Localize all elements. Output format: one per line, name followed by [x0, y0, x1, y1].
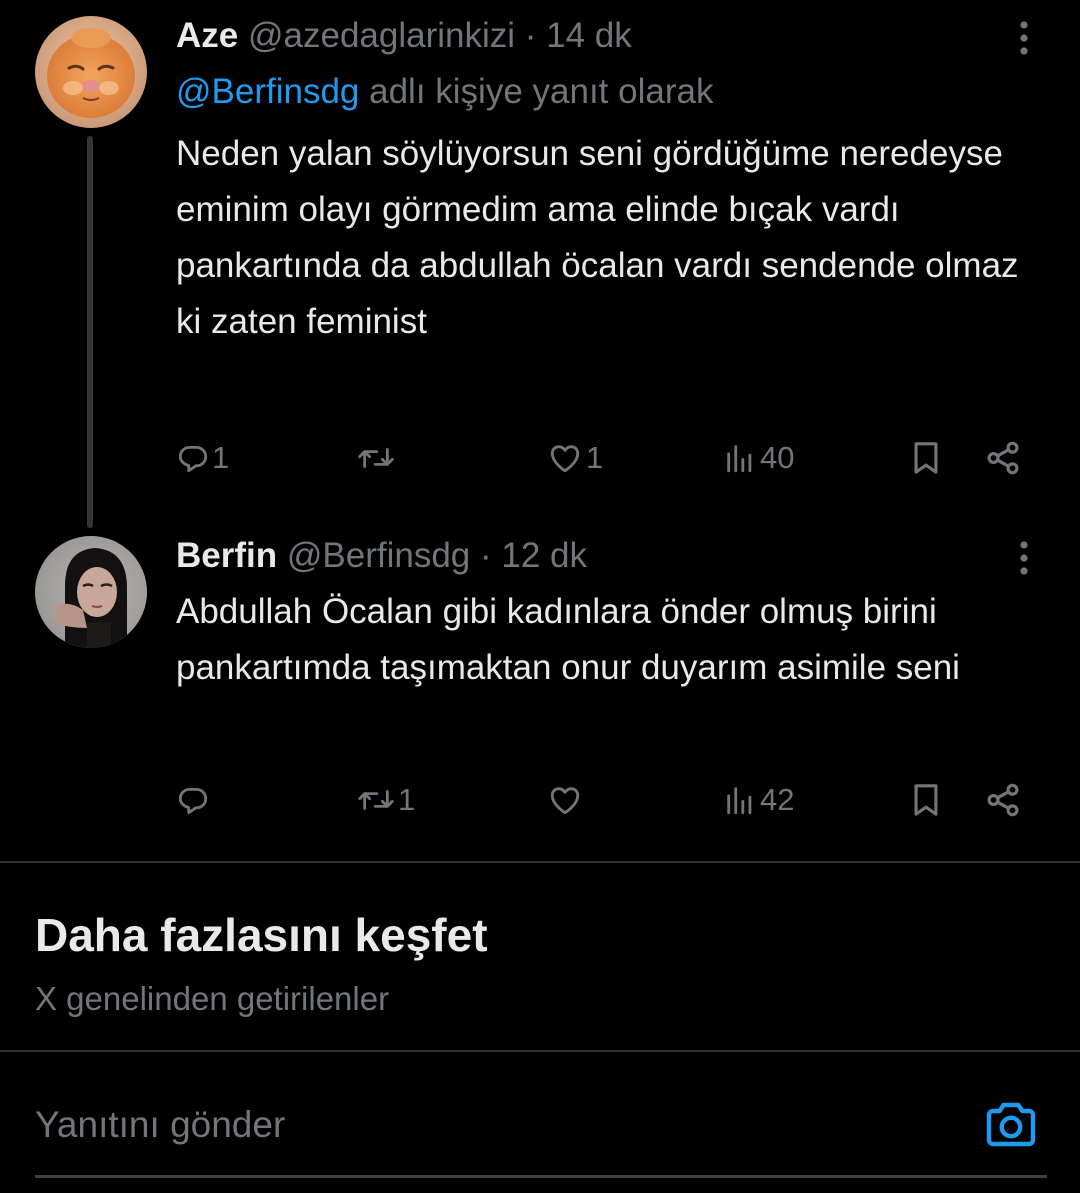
handle[interactable]: @Berfinsdg	[287, 536, 470, 575]
thread-line	[87, 136, 93, 528]
tweet-header: Berfin @Berfinsdg · 12 dk	[176, 534, 1036, 578]
handle[interactable]: @azedaglarinkizi	[248, 16, 515, 55]
display-name[interactable]: Berfin	[176, 536, 277, 575]
more-icon	[1020, 541, 1028, 575]
tweet-text: Abdullah Öcalan gibi kadınlara önder olm…	[176, 592, 960, 687]
reply-button[interactable]	[176, 775, 212, 825]
display-name[interactable]: Aze	[176, 16, 238, 55]
share-button[interactable]	[984, 775, 1022, 825]
separator-dot: ·	[480, 536, 492, 575]
views-icon	[727, 445, 752, 473]
timestamp[interactable]: 14 dk	[546, 16, 632, 55]
reply-icon	[178, 787, 208, 815]
tweet-aze[interactable]: Aze @azedaglarinkizi · 14 dk @Berfinsdg …	[0, 0, 1080, 528]
like-button[interactable]	[546, 775, 586, 825]
reply-context: @Berfinsdg adlı kişiye yanıt olarak	[176, 70, 1036, 114]
share-icon	[987, 441, 1019, 475]
camera-button[interactable]	[983, 1100, 1039, 1150]
profile-photo-image	[35, 536, 147, 648]
views-button[interactable]: 40	[722, 433, 794, 483]
composer-underline	[35, 1175, 1047, 1178]
reply-button[interactable]: 1	[176, 433, 229, 483]
avatar[interactable]	[35, 536, 147, 648]
reply-count: 1	[212, 440, 230, 475]
cat-avatar-image	[35, 16, 147, 128]
retweet-count: 1	[398, 782, 416, 817]
discover-section[interactable]: Daha fazlasını keşfet X genelinden getir…	[35, 905, 488, 1021]
views-icon	[727, 787, 752, 815]
tweet-header: Aze @azedaglarinkizi · 14 dk	[176, 14, 1036, 58]
section-divider	[0, 861, 1080, 863]
tweet-actions: 1 42	[176, 775, 1036, 825]
discover-subtitle: X genelinden getirilenler	[35, 980, 390, 1017]
reply-to-mention[interactable]: @Berfinsdg	[176, 72, 359, 111]
like-button[interactable]: 1	[546, 433, 603, 483]
timestamp[interactable]: 12 dk	[501, 536, 587, 575]
avatar[interactable]	[35, 16, 147, 128]
tweet-text: Neden yalan söylüyorsun seni gördüğüme n…	[176, 134, 1019, 341]
views-button[interactable]: 42	[722, 775, 794, 825]
camera-icon	[986, 1102, 1036, 1147]
tweet-berfin[interactable]: Berfin @Berfinsdg · 12 dk Abdullah Öcala…	[0, 528, 1080, 862]
bookmark-icon	[914, 442, 938, 474]
tweet-actions: 1 1 40	[176, 433, 1036, 483]
more-button[interactable]	[1012, 538, 1036, 578]
heart-icon	[550, 787, 580, 815]
retweet-icon	[358, 448, 394, 468]
section-divider	[0, 1050, 1080, 1052]
bookmark-icon	[914, 784, 938, 816]
share-button[interactable]	[984, 433, 1022, 483]
reply-icon	[178, 445, 208, 473]
discover-title: Daha fazlasını keşfet	[35, 909, 488, 961]
bookmark-button[interactable]	[909, 775, 943, 825]
separator-dot: ·	[524, 16, 537, 55]
more-button[interactable]	[1012, 18, 1036, 58]
retweet-button[interactable]	[356, 433, 398, 483]
reply-to-suffix: adlı kişiye yanıt olarak	[359, 72, 714, 111]
retweet-button[interactable]: 1	[356, 775, 415, 825]
reply-composer[interactable]: Yanıtını gönder	[35, 1092, 1047, 1182]
like-count: 1	[586, 440, 604, 475]
retweet-icon	[358, 790, 394, 810]
bookmark-button[interactable]	[909, 433, 943, 483]
more-icon	[1020, 21, 1028, 55]
heart-icon	[550, 445, 580, 473]
views-count: 42	[760, 782, 795, 817]
share-icon	[987, 783, 1019, 817]
reply-input[interactable]: Yanıtını gönder	[35, 1092, 285, 1158]
views-count: 40	[760, 440, 795, 475]
